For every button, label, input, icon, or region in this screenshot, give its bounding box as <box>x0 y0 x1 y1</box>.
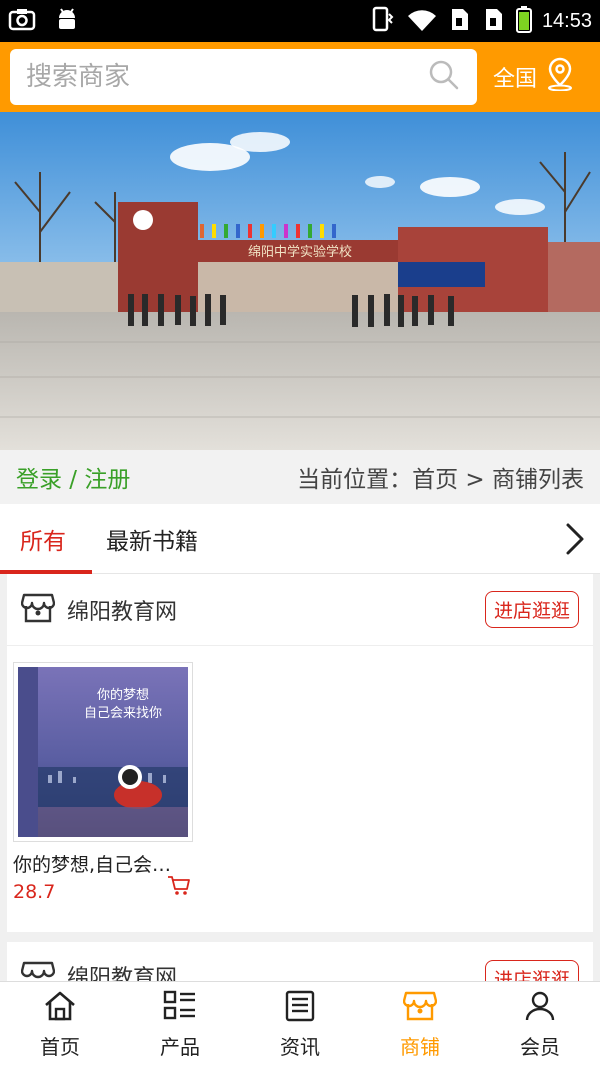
location-pin-icon <box>545 57 575 97</box>
shop-icon <box>402 990 438 1027</box>
search-box[interactable] <box>10 49 477 105</box>
search-input[interactable] <box>26 62 427 92</box>
sim2-icon <box>482 6 506 36</box>
cover-title-line1: 你的梦想 <box>97 687 149 703</box>
sim1-icon <box>448 6 472 36</box>
nav-home-label: 首页 <box>40 1034 80 1059</box>
tab-all[interactable]: 所有 <box>0 504 92 574</box>
product-title[interactable]: 你的梦想,自己会… <box>13 850 193 877</box>
visit-shop-button[interactable]: 进店逛逛 <box>484 591 579 628</box>
shop-header: 绵阳教育网 进店逛逛 <box>7 942 593 982</box>
android-icon <box>54 6 80 36</box>
grid-list-icon <box>163 990 197 1027</box>
shop-card: 绵阳教育网 进店逛逛 <box>7 942 593 982</box>
region-label: 全国 <box>493 67 538 92</box>
nav-member[interactable]: 会员 <box>480 982 600 1067</box>
cover-title-line2: 自己会来找你 <box>84 706 162 721</box>
shop-icon <box>20 960 56 982</box>
status-bar: 14:53 <box>0 0 600 42</box>
tab-latest-books[interactable]: 最新书籍 <box>86 504 218 574</box>
home-icon <box>43 990 77 1027</box>
search-header: 全国 <box>0 42 600 112</box>
shop-card: 绵阳教育网 进店逛逛 你的梦想 自己会来找你 你的梦想,自己会… 28.7 <box>7 574 593 932</box>
wifi-icon <box>406 6 438 36</box>
bottom-navigation: 首页 产品 资讯 商铺 会员 <box>0 981 600 1067</box>
tab-all-label: 所有 <box>20 528 66 555</box>
nav-shops[interactable]: 商铺 <box>360 982 480 1067</box>
chevron-right-icon[interactable] <box>564 522 586 556</box>
status-time: 14:53 <box>541 9 592 32</box>
nav-news-label: 资讯 <box>280 1034 320 1059</box>
screenshot-icon <box>8 7 36 35</box>
info-bar: 登录 / 注册 当前位置：首页 > 商铺列表 <box>0 450 600 504</box>
tab-latest-books-label: 最新书籍 <box>106 528 198 555</box>
product-price: 28.7 <box>13 881 56 903</box>
phone-vibrate-icon <box>370 6 396 36</box>
nav-products-label: 产品 <box>160 1034 200 1059</box>
category-tabs: 所有 最新书籍 <box>0 504 600 574</box>
product-item[interactable]: 你的梦想 自己会来找你 你的梦想,自己会… 28.7 <box>13 662 193 903</box>
user-icon <box>523 990 557 1027</box>
nav-shops-label: 商铺 <box>400 1034 440 1059</box>
shop-icon <box>20 592 56 628</box>
product-cover-image[interactable]: 你的梦想 自己会来找你 <box>13 662 193 842</box>
region-selector[interactable]: 全国 <box>493 57 575 97</box>
search-icon[interactable] <box>427 58 461 96</box>
shop-header: 绵阳教育网 进店逛逛 <box>7 574 593 646</box>
nav-member-label: 会员 <box>520 1034 560 1059</box>
shop-name[interactable]: 绵阳教育网 <box>67 594 177 626</box>
breadcrumb: 当前位置：首页 > 商铺列表 <box>297 467 584 493</box>
visit-shop-button[interactable]: 进店逛逛 <box>484 960 579 982</box>
nav-news[interactable]: 资讯 <box>240 982 360 1067</box>
battery-icon <box>515 5 532 37</box>
nav-products[interactable]: 产品 <box>120 982 240 1067</box>
nav-home[interactable]: 首页 <box>0 982 120 1067</box>
shop-name[interactable]: 绵阳教育网 <box>67 960 177 982</box>
login-register-link[interactable]: 登录 / 注册 <box>16 460 130 494</box>
school-sign: 绵阳中学实验学校 <box>248 244 352 260</box>
banner-image[interactable]: 绵阳中学实验学校 <box>0 112 600 450</box>
add-to-cart-icon[interactable] <box>167 875 191 901</box>
news-icon <box>283 990 317 1027</box>
